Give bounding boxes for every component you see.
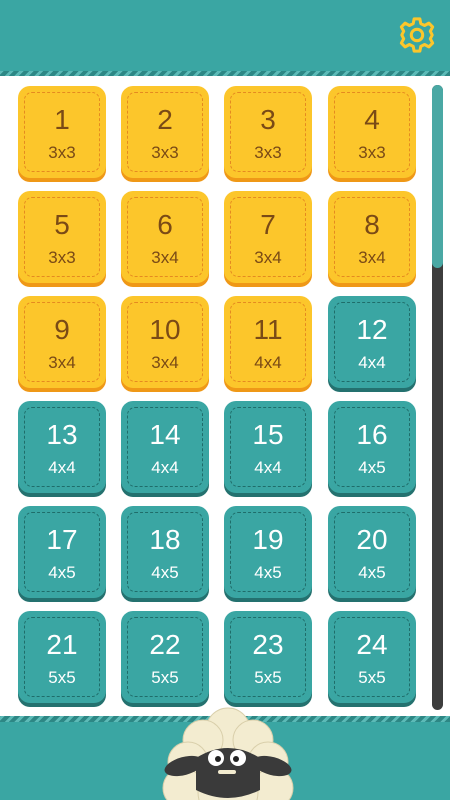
level-number: 1	[54, 104, 70, 135]
level-tile-18[interactable]: 18 4x5	[121, 506, 209, 598]
level-tile-10[interactable]: 10 3x4	[121, 296, 209, 388]
grid-size-label: 4x5	[254, 563, 282, 582]
top-bar-stitching	[0, 71, 450, 76]
level-tile-12[interactable]: 12 4x4	[328, 296, 416, 388]
level-tile-4[interactable]: 4 3x3	[328, 86, 416, 178]
level-number: 4	[364, 104, 380, 135]
level-number: 13	[46, 419, 78, 450]
grid-size-label: 4x4	[254, 353, 282, 372]
grid-size-label: 4x4	[151, 458, 179, 477]
level-number: 14	[149, 419, 181, 450]
grid-size-label: 5x5	[358, 668, 386, 687]
level-number: 17	[46, 524, 78, 555]
level-tile-6[interactable]: 6 3x4	[121, 191, 209, 283]
level-tile-7[interactable]: 7 3x4	[224, 191, 312, 283]
level-tile-2[interactable]: 2 3x3	[121, 86, 209, 178]
grid-size-label: 3x4	[358, 248, 386, 267]
level-tile-23[interactable]: 23 5x5	[224, 611, 312, 703]
level-tile-19[interactable]: 19 4x5	[224, 506, 312, 598]
level-number: 5	[54, 209, 70, 240]
level-tile-14[interactable]: 14 4x4	[121, 401, 209, 493]
level-tile-11[interactable]: 11 4x4	[224, 296, 312, 388]
scrollbar-thumb[interactable]	[432, 85, 443, 268]
level-tile-1[interactable]: 1 3x3	[18, 86, 106, 178]
level-tile-3[interactable]: 3 3x3	[224, 86, 312, 178]
sheep-mascot-icon	[162, 707, 294, 800]
level-tile-13[interactable]: 13 4x4	[18, 401, 106, 493]
level-number: 24	[356, 629, 388, 660]
grid-size-label: 4x5	[358, 563, 386, 582]
grid-size-label: 3x3	[358, 143, 386, 162]
grid-size-label: 4x5	[358, 458, 386, 477]
grid-size-label: 4x4	[254, 458, 282, 477]
grid-size-label: 5x5	[254, 668, 282, 687]
grid-size-label: 3x4	[151, 248, 179, 267]
grid-size-label: 3x3	[48, 143, 76, 162]
grid-size-label: 4x4	[48, 458, 76, 477]
level-number: 19	[252, 524, 284, 555]
level-tile-17[interactable]: 17 4x5	[18, 506, 106, 598]
level-tile-5[interactable]: 5 3x3	[18, 191, 106, 283]
grid-size-label: 3x4	[151, 353, 179, 372]
level-number: 10	[149, 314, 181, 345]
grid-size-label: 4x5	[48, 563, 76, 582]
grid-size-label: 3x4	[48, 353, 76, 372]
level-number: 20	[356, 524, 388, 555]
grid-size-label: 3x3	[254, 143, 282, 162]
level-number: 12	[356, 314, 388, 345]
grid-size-label: 5x5	[151, 668, 179, 687]
scrollbar[interactable]	[432, 85, 443, 710]
level-number: 21	[46, 629, 78, 660]
level-number: 15	[252, 419, 284, 450]
level-tile-15[interactable]: 15 4x4	[224, 401, 312, 493]
level-number: 9	[54, 314, 70, 345]
level-number: 7	[260, 209, 276, 240]
grid-size-label: 4x4	[358, 353, 386, 372]
level-number: 8	[364, 209, 380, 240]
level-tile-20[interactable]: 20 4x5	[328, 506, 416, 598]
level-number: 22	[149, 629, 181, 660]
level-number: 11	[253, 314, 283, 345]
gear-icon[interactable]	[398, 16, 436, 54]
level-tile-21[interactable]: 21 5x5	[18, 611, 106, 703]
grid-size-label: 3x3	[151, 143, 179, 162]
level-tile-22[interactable]: 22 5x5	[121, 611, 209, 703]
level-tile-8[interactable]: 8 3x4	[328, 191, 416, 283]
grid-size-label: 5x5	[48, 668, 76, 687]
level-number: 16	[356, 419, 388, 450]
level-tile-9[interactable]: 9 3x4	[18, 296, 106, 388]
top-bar	[0, 0, 450, 76]
level-number: 2	[157, 104, 173, 135]
level-number: 3	[260, 104, 276, 135]
level-tile-16[interactable]: 16 4x5	[328, 401, 416, 493]
grid-size-label: 4x5	[151, 563, 179, 582]
grid-size-label: 3x3	[48, 248, 76, 267]
level-tile-24[interactable]: 24 5x5	[328, 611, 416, 703]
grid-size-label: 3x4	[254, 248, 282, 267]
level-number: 6	[157, 209, 173, 240]
level-number: 23	[252, 629, 284, 660]
level-number: 18	[149, 524, 181, 555]
